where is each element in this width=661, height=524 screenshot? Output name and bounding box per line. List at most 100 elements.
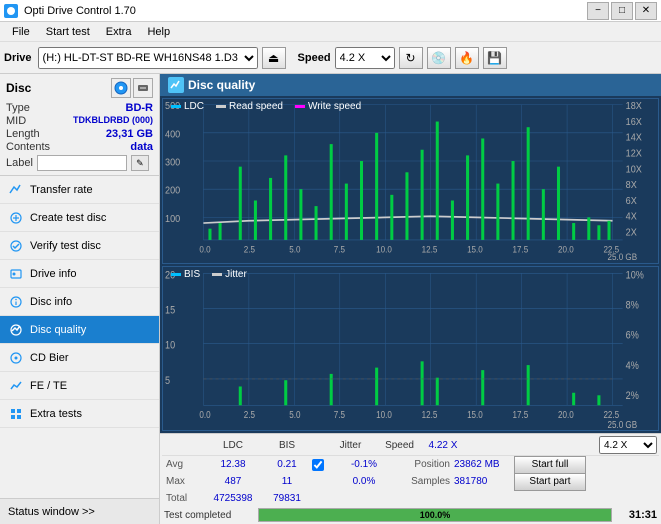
refresh-button[interactable]: ↻ — [399, 47, 423, 69]
sidebar-item-extra-tests[interactable]: Extra tests — [0, 400, 159, 428]
menu-help[interactable]: Help — [139, 24, 178, 40]
write-speed-legend-label: Write speed — [308, 101, 361, 112]
jitter-legend-dot — [212, 273, 222, 276]
status-text: Test completed — [164, 510, 254, 521]
svg-text:6%: 6% — [626, 329, 639, 341]
ldc-col-header: LDC — [204, 440, 262, 451]
close-button[interactable]: ✕ — [635, 2, 657, 20]
drive-select[interactable]: (H:) HL-DT-ST BD-RE WH16NS48 1.D3 — [38, 47, 258, 69]
max-bis: 11 — [262, 476, 312, 487]
maximize-button[interactable]: □ — [611, 2, 633, 20]
sidebar-item-fe-te[interactable]: FE / TE — [0, 372, 159, 400]
disc-icon2 — [133, 78, 153, 98]
disc-small-icon — [111, 78, 131, 98]
start-full-button[interactable]: Start full — [514, 456, 586, 474]
label-input[interactable] — [37, 155, 127, 171]
save-button[interactable]: 💾 — [483, 47, 507, 69]
nav-label-drive-info: Drive info — [30, 268, 76, 280]
chart-title: Disc quality — [188, 78, 255, 92]
bis-legend-dot — [171, 273, 181, 276]
position-value: 23862 MB — [454, 459, 514, 470]
sidebar-item-cd-bier[interactable]: CD Bier — [0, 344, 159, 372]
svg-text:15.0: 15.0 — [467, 244, 483, 255]
avg-ldc: 12.38 — [204, 459, 262, 470]
svg-text:2X: 2X — [626, 227, 638, 239]
svg-text:10X: 10X — [626, 164, 643, 176]
nav-label-disc-info: Disc info — [30, 296, 72, 308]
svg-text:12X: 12X — [626, 148, 643, 160]
read-speed-legend-item: Read speed — [216, 101, 283, 112]
label-edit-button[interactable]: ✎ — [131, 155, 149, 171]
svg-text:15: 15 — [165, 304, 175, 316]
disc-section-label: Disc — [6, 81, 31, 95]
svg-text:10.0: 10.0 — [376, 244, 392, 255]
svg-text:0.0: 0.0 — [199, 244, 210, 255]
sidebar-item-drive-info[interactable]: Drive info — [0, 260, 159, 288]
svg-text:100: 100 — [165, 213, 180, 225]
nav-label-cd-bier: CD Bier — [30, 352, 69, 364]
contents-label: Contents — [6, 141, 50, 153]
disc-button[interactable]: 💿 — [427, 47, 451, 69]
sidebar: Disc Type BD-R MID TDKBLDRBD (000) — [0, 74, 160, 524]
menu-file[interactable]: File — [4, 24, 38, 40]
sidebar-item-disc-quality[interactable]: Disc quality — [0, 316, 159, 344]
window-controls: − □ ✕ — [587, 2, 657, 20]
svg-text:17.5: 17.5 — [513, 244, 529, 255]
svg-text:12.5: 12.5 — [422, 244, 438, 255]
max-label: Max — [164, 476, 204, 487]
svg-text:17.5: 17.5 — [513, 409, 529, 420]
label-label: Label — [6, 157, 33, 169]
jitter-legend-label: Jitter — [225, 269, 247, 280]
sidebar-item-disc-info[interactable]: Disc info — [0, 288, 159, 316]
main-layout: Disc Type BD-R MID TDKBLDRBD (000) — [0, 74, 661, 524]
svg-text:10: 10 — [165, 339, 175, 351]
speed-col-label: Speed — [373, 440, 418, 451]
progress-row: Test completed 100.0% 31:31 — [162, 507, 659, 523]
svg-text:0.0: 0.0 — [199, 409, 210, 420]
menu-start-test[interactable]: Start test — [38, 24, 98, 40]
svg-text:8X: 8X — [626, 180, 638, 192]
time-display: 31:31 — [622, 509, 657, 521]
sidebar-item-transfer-rate[interactable]: Transfer rate — [0, 176, 159, 204]
avg-bis: 0.21 — [262, 459, 312, 470]
ldc-legend-label: LDC — [184, 101, 204, 112]
bottom-stats: LDC BIS Jitter Speed 4.22 X 4.2 X Avg 12… — [160, 433, 661, 524]
ldc-chart: LDC Read speed Write speed — [162, 98, 659, 264]
chart-header-icon — [168, 77, 184, 93]
read-speed-legend-label: Read speed — [229, 101, 283, 112]
ldc-legend-item: LDC — [171, 101, 204, 112]
start-part-button[interactable]: Start part — [514, 473, 586, 491]
eject-button[interactable]: ⏏ — [262, 47, 286, 69]
svg-text:25.0 GB: 25.0 GB — [607, 419, 637, 430]
svg-text:7.5: 7.5 — [334, 409, 345, 420]
status-window-button[interactable]: Status window >> — [0, 498, 159, 524]
svg-text:5.0: 5.0 — [289, 244, 300, 255]
speed-dropdown[interactable]: 4.2 X — [599, 436, 657, 454]
toolbar: Drive (H:) HL-DT-ST BD-RE WH16NS48 1.D3 … — [0, 42, 661, 74]
menu-bar: File Start test Extra Help — [0, 22, 661, 42]
svg-text:12.5: 12.5 — [422, 409, 438, 420]
content-area: Disc quality LDC Read speed Wri — [160, 74, 661, 524]
burn-button[interactable]: 🔥 — [455, 47, 479, 69]
jitter-checkbox[interactable] — [312, 459, 324, 471]
sidebar-item-verify-test-disc[interactable]: Verify test disc — [0, 232, 159, 260]
total-bis: 79831 — [262, 493, 312, 504]
svg-text:300: 300 — [165, 157, 180, 169]
menu-extra[interactable]: Extra — [98, 24, 140, 40]
bis-chart-svg: 20 15 10 5 10% 8% 6% 4% 2% 0.0 2.5 5.0 7… — [163, 267, 658, 431]
speed-select-toolbar[interactable]: 4.2 X — [335, 47, 395, 69]
fe-te-icon — [8, 378, 24, 394]
position-label: Position — [404, 459, 454, 470]
svg-text:20.0: 20.0 — [558, 409, 574, 420]
type-value: BD-R — [126, 102, 154, 114]
charts-area: LDC Read speed Write speed — [160, 96, 661, 433]
bis-legend-item: BIS — [171, 269, 200, 280]
sidebar-item-create-test-disc[interactable]: Create test disc — [0, 204, 159, 232]
mid-value: TDKBLDRBD (000) — [73, 115, 153, 127]
minimize-button[interactable]: − — [587, 2, 609, 20]
chart2-legend: BIS Jitter — [171, 269, 247, 280]
title-bar: Opti Drive Control 1.70 − □ ✕ — [0, 0, 661, 22]
chart-header: Disc quality — [160, 74, 661, 96]
svg-text:2.5: 2.5 — [244, 409, 255, 420]
length-value: 23,31 GB — [106, 128, 153, 140]
